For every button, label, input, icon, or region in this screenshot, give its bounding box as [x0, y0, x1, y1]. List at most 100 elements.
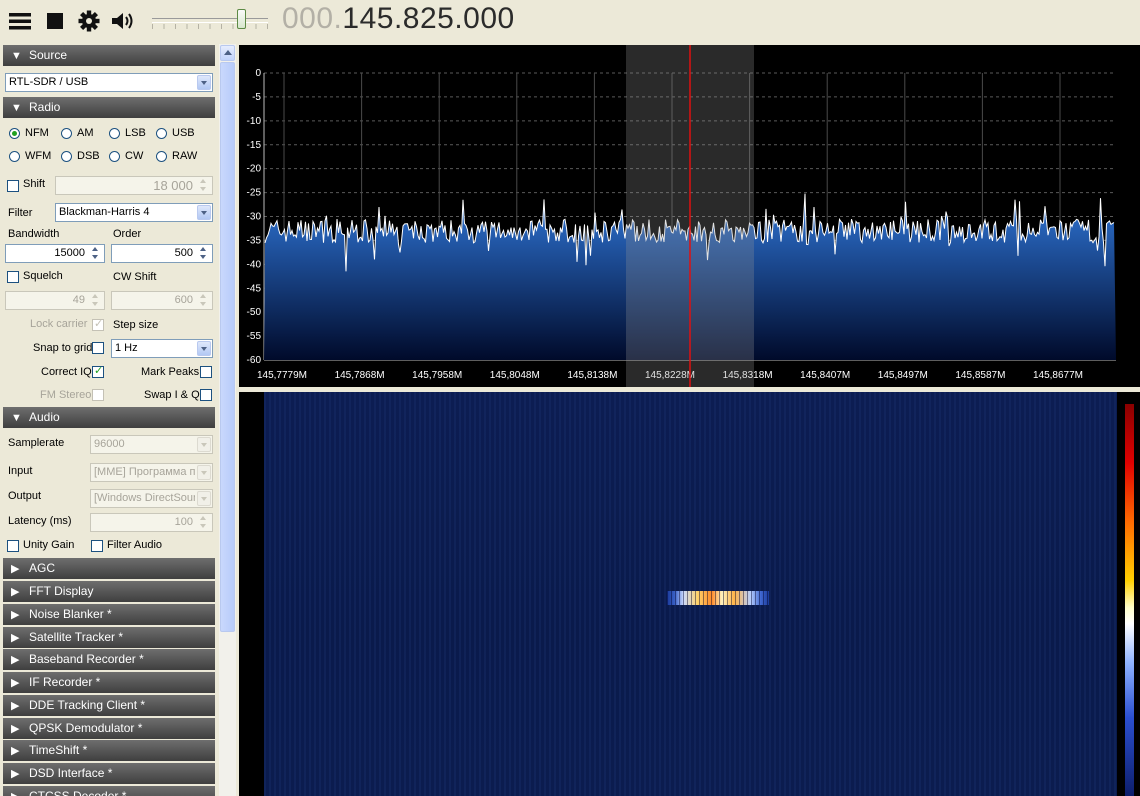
order-label: Order — [113, 228, 142, 240]
swap-iq-checkbox[interactable] — [200, 389, 212, 401]
section-satellite-tracker-header[interactable]: ▶ Satellite Tracker * — [3, 627, 215, 648]
step-size-select[interactable]: 1 Hz — [111, 339, 213, 358]
section-baseband-recorder-header[interactable]: ▶ Baseband Recorder * — [3, 649, 215, 670]
unity-gain-checkbox[interactable] — [7, 540, 19, 552]
spin-arrows-icon[interactable] — [89, 246, 103, 261]
volume-slider-thumb[interactable] — [237, 9, 246, 29]
snap-to-grid-checkbox[interactable] — [92, 342, 104, 354]
correct-iq-checkbox[interactable] — [92, 364, 104, 378]
spectrum-plot[interactable]: 0 -5 -10 -15 -20 -25 -30 -35 -40 -45 -50 -55 -60 145,… — [239, 45, 1140, 387]
radio-mode-wfm[interactable] — [9, 151, 20, 162]
section-audio-header[interactable]: ▼ Audio — [3, 407, 215, 428]
speaker-icon[interactable] — [110, 10, 134, 32]
shift-checkbox[interactable] — [7, 180, 19, 192]
section-agc-header[interactable]: ▶ AGC — [3, 558, 215, 579]
scrollbar-thumb[interactable] — [220, 62, 235, 632]
samplerate-label: Samplerate — [8, 437, 65, 449]
latency-spinbox[interactable]: 100 — [90, 513, 213, 532]
x-tick-label: 145,8048M — [490, 370, 540, 381]
x-tick-label: 145,8138M — [567, 370, 617, 381]
y-tick-label: -5 — [252, 92, 261, 103]
stop-icon[interactable] — [44, 10, 68, 32]
section-if-recorder-header[interactable]: ▶ IF Recorder * — [3, 672, 215, 693]
gear-icon[interactable] — [77, 10, 101, 32]
waterfall-display[interactable] — [239, 392, 1140, 796]
section-title: Radio — [29, 100, 61, 114]
radio-mode-nfm[interactable] — [9, 128, 20, 139]
section-noise-blanker-header[interactable]: ▶ Noise Blanker * — [3, 604, 215, 625]
chevron-down-icon[interactable] — [197, 491, 211, 506]
control-panel: ▼ Source RTL-SDR / USB ▼ Radio NFM AM LSB … — [0, 44, 219, 796]
mode-label-usb: USB — [172, 127, 195, 139]
scroll-up-icon[interactable] — [220, 45, 235, 61]
x-tick-label: 145,8497M — [878, 370, 928, 381]
order-spinbox[interactable]: 500 — [111, 244, 213, 263]
lock-carrier-checkbox[interactable] — [92, 317, 104, 331]
collapsed-arrow-icon: ▶ — [11, 745, 20, 757]
section-dsd-interface-header[interactable]: ▶ DSD Interface * — [3, 763, 215, 784]
samplerate-select[interactable]: 96000 — [90, 435, 213, 454]
radio-mode-usb[interactable] — [156, 128, 167, 139]
radio-mode-cw[interactable] — [109, 151, 120, 162]
mark-peaks-checkbox[interactable] — [200, 366, 212, 378]
latency-value: 100 — [174, 516, 193, 528]
spin-arrows-icon[interactable] — [197, 178, 211, 193]
chevron-down-icon[interactable] — [197, 437, 211, 452]
squelch-spinbox[interactable]: 49 — [5, 291, 105, 310]
radio-mode-dsb[interactable] — [61, 151, 72, 162]
section-radio-header[interactable]: ▼ Radio — [3, 97, 215, 118]
waterfall-body[interactable] — [264, 392, 1117, 796]
cwshift-label: CW Shift — [113, 271, 157, 283]
fm-stereo-checkbox[interactable] — [92, 389, 104, 401]
audio-input-select[interactable]: [MME] Программа пе — [90, 463, 213, 482]
filter-audio-checkbox[interactable] — [91, 540, 103, 552]
chevron-down-icon[interactable] — [197, 341, 211, 356]
source-device-select[interactable]: RTL-SDR / USB — [5, 73, 213, 92]
y-tick-label: -20 — [247, 164, 262, 175]
spin-arrows-icon[interactable] — [197, 293, 211, 308]
y-tick-label: -50 — [247, 307, 262, 318]
spin-arrows-icon[interactable] — [197, 515, 211, 530]
collapsed-arrow-icon: ▶ — [11, 654, 20, 666]
radio-mode-lsb[interactable] — [109, 128, 120, 139]
panel-scrollbar[interactable] — [219, 44, 236, 796]
spectrum-analyzer[interactable]: 0 -5 -10 -15 -20 -25 -30 -35 -40 -45 -50 -55 -60 145,… — [239, 45, 1140, 387]
section-qpsk-demodulator-header[interactable]: ▶ QPSK Demodulator * — [3, 718, 215, 739]
audio-input-label: Input — [8, 465, 33, 477]
chevron-down-icon[interactable] — [197, 205, 211, 220]
frequency-display[interactable]: 000.145.825.000 — [282, 2, 515, 36]
radio-mode-am[interactable] — [61, 128, 72, 139]
collapsed-arrow-icon: ▶ — [11, 677, 20, 689]
spin-arrows-icon[interactable] — [89, 293, 103, 308]
section-title: DSD Interface * — [29, 766, 113, 780]
cwshift-spinbox[interactable]: 600 — [111, 291, 213, 310]
spin-arrows-icon[interactable] — [197, 246, 211, 261]
swap-iq-label: Swap I & Q — [144, 389, 200, 401]
frequency-dim-digits[interactable]: 000. — [282, 2, 342, 35]
section-dde-tracking-header[interactable]: ▶ DDE Tracking Client * — [3, 695, 215, 716]
filter-audio-label: Filter Audio — [107, 539, 163, 551]
filter-label: Filter — [8, 207, 33, 219]
y-tick-label: -15 — [247, 140, 262, 151]
chevron-down-icon[interactable] — [197, 465, 211, 480]
shift-spinbox[interactable]: 18 000 — [55, 176, 213, 195]
y-tick-label: -60 — [247, 355, 262, 366]
y-tick-label: -55 — [247, 331, 262, 342]
menu-icon[interactable] — [8, 10, 32, 32]
section-source-header[interactable]: ▼ Source — [3, 45, 215, 66]
y-tick-label: 0 — [255, 68, 261, 79]
section-fft-display-header[interactable]: ▶ FFT Display — [3, 581, 215, 602]
section-timeshift-header[interactable]: ▶ TimeShift * — [3, 740, 215, 761]
squelch-checkbox[interactable] — [7, 271, 19, 283]
toolbar: 000.145.825.000 — [0, 0, 1140, 44]
squelch-label: Squelch — [23, 270, 63, 282]
bandwidth-spinbox[interactable]: 15000 — [5, 244, 105, 263]
chevron-down-icon[interactable] — [197, 75, 211, 90]
section-title: TimeShift * — [29, 743, 88, 757]
filter-select[interactable]: Blackman-Harris 4 — [55, 203, 213, 222]
audio-output-select[interactable]: [Windows DirectSound — [90, 489, 213, 508]
frequency-main-digits[interactable]: 145.825.000 — [342, 2, 514, 35]
radio-mode-raw[interactable] — [156, 151, 167, 162]
section-ctcss-decoder-header[interactable]: ▶CTCSS Decoder * — [3, 786, 215, 796]
volume-slider-track[interactable] — [152, 18, 268, 23]
